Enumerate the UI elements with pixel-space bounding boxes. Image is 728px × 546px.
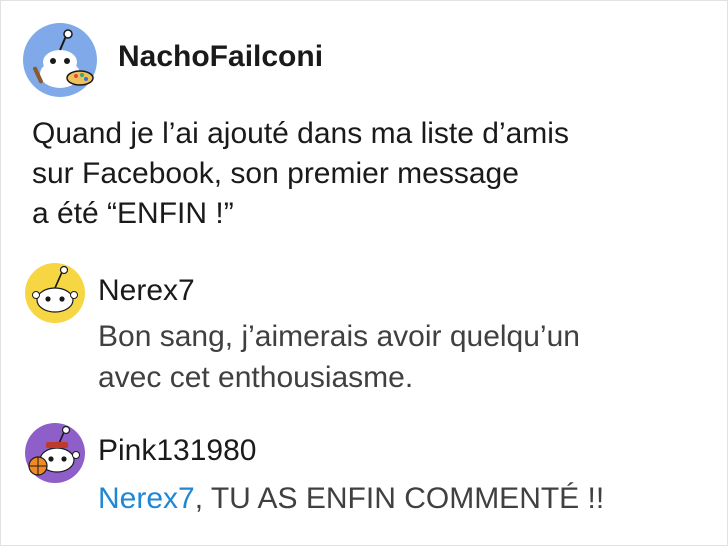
comment-body-line: Bon sang, j’aimerais avoir quelqu’un (98, 320, 580, 353)
user-mention-link[interactable]: Nerex7 (98, 482, 195, 515)
post-author[interactable]: NachoFailconi (118, 40, 323, 74)
post-body-line: Quand je l’ai ajouté dans ma liste d’ami… (32, 117, 569, 150)
comment-body-line: avec cet enthousiasme. (98, 361, 414, 394)
comment-body-text: , TU AS ENFIN COMMENTÉ !! (194, 482, 605, 515)
comment-author[interactable]: Pink131980 (98, 434, 256, 468)
post-body-line: sur Facebook, son premier message (32, 157, 519, 190)
post-body: Quand je l’ai ajouté dans ma liste d’ami… (32, 114, 712, 234)
comment-body: Nerex7, TU AS ENFIN COMMENTÉ !! (98, 478, 604, 519)
snoo-purple-basketball-avatar-icon[interactable] (24, 422, 86, 484)
comment-body-line: Nerex7, TU AS ENFIN COMMENTÉ !! (98, 478, 604, 519)
snoo-painter-avatar-icon[interactable] (22, 22, 98, 98)
comment-author[interactable]: Nerex7 (98, 274, 195, 308)
snoo-yellow-avatar-icon[interactable] (24, 262, 86, 324)
comment-body: Bon sang, j’aimerais avoir quelqu’un ave… (98, 316, 580, 398)
post-body-line: a été “ENFIN !” (32, 197, 234, 230)
